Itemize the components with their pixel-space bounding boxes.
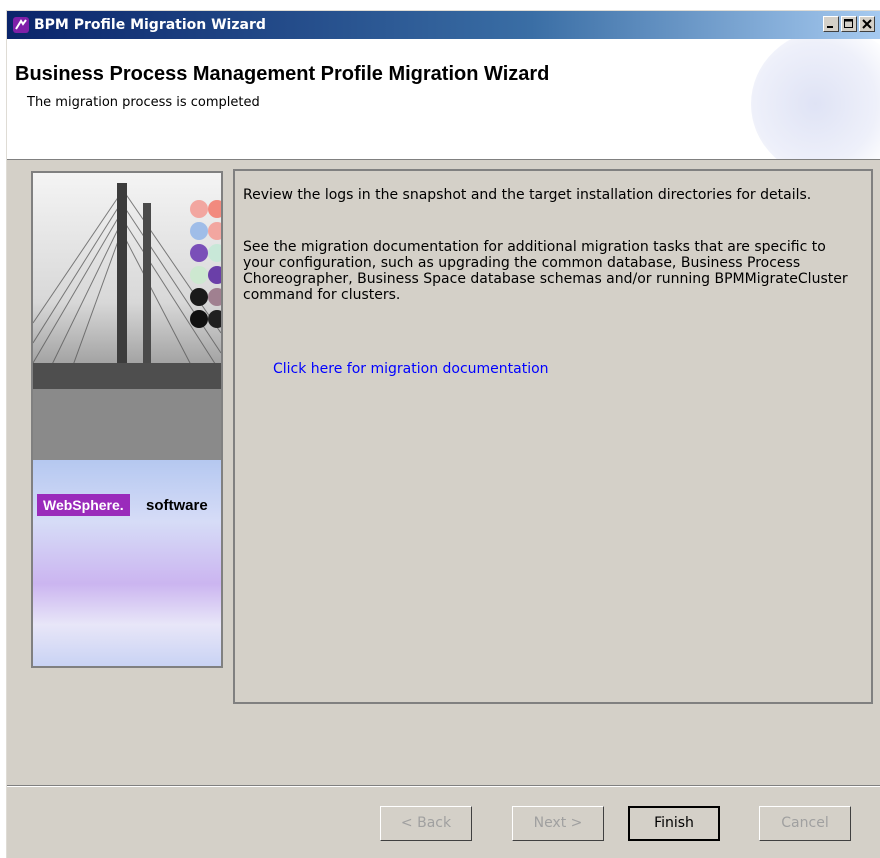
- minimize-icon[interactable]: [823, 16, 839, 32]
- finish-button[interactable]: Finish: [628, 806, 720, 841]
- content-panel: Review the logs in the snapshot and the …: [233, 169, 873, 704]
- page-title: Business Process Management Profile Migr…: [15, 63, 550, 85]
- window-title: BPM Profile Migration Wizard: [34, 17, 266, 33]
- close-icon[interactable]: [859, 16, 875, 32]
- wizard-window: BPM Profile Migration Wizard Business Pr…: [6, 10, 880, 858]
- back-button[interactable]: < Back: [380, 806, 472, 841]
- title-bar[interactable]: BPM Profile Migration Wizard: [7, 11, 880, 39]
- header-decoration: [751, 39, 880, 159]
- app-icon: [13, 17, 29, 33]
- websphere-logo: WebSphere.: [37, 494, 130, 516]
- review-logs-text: Review the logs in the snapshot and the …: [243, 187, 812, 203]
- next-button[interactable]: Next >: [512, 806, 604, 841]
- maximize-icon[interactable]: [841, 16, 857, 32]
- migration-docs-link[interactable]: Click here for migration documentation: [273, 361, 549, 377]
- software-label: software: [146, 497, 208, 514]
- button-separator: [7, 785, 880, 787]
- documentation-text: See the migration documentation for addi…: [243, 239, 848, 303]
- wizard-header: Business Process Management Profile Migr…: [7, 39, 880, 160]
- page-subtitle: The migration process is completed: [27, 95, 260, 110]
- cloud-photo: [33, 460, 221, 666]
- cancel-button[interactable]: Cancel: [759, 806, 851, 841]
- bridge-photo: [33, 173, 221, 460]
- side-image: WebSphere. software: [31, 171, 223, 668]
